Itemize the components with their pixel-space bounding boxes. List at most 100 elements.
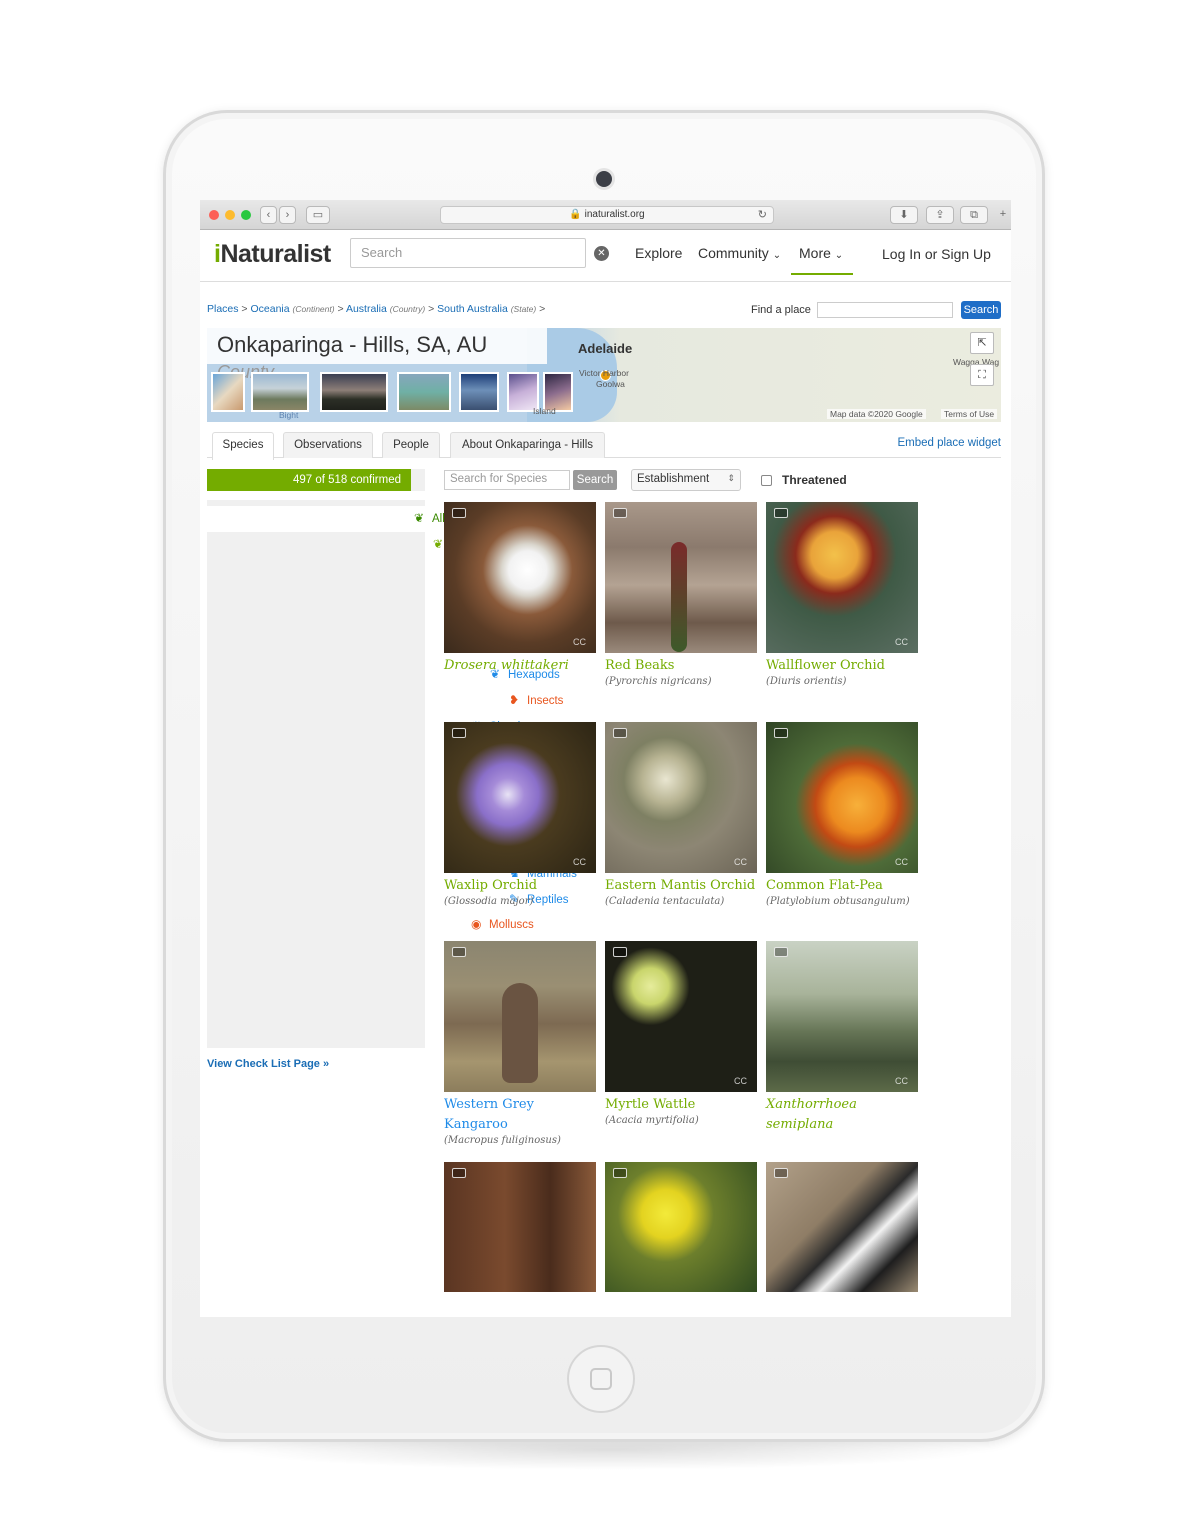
taxon-item-7[interactable]: ❥ Insects [509, 693, 563, 707]
breadcrumb-places[interactable]: Places [207, 303, 239, 315]
nav-more[interactable]: More ⌄ [791, 245, 853, 275]
nav-community[interactable]: Community ⌄ [698, 245, 781, 261]
species-photo[interactable] [766, 1162, 918, 1292]
place-photo[interactable] [211, 372, 245, 412]
embed-widget-link[interactable]: Embed place widget [897, 437, 1001, 449]
species-common-name[interactable]: Red Beaks [605, 656, 757, 676]
species-common-name[interactable]: Drosera whittakeri [444, 656, 596, 676]
species-card[interactable]: CC Drosera whittakeri [444, 502, 596, 676]
find-place-input[interactable] [817, 302, 953, 318]
share-icon[interactable]: ⇪ [926, 206, 954, 224]
lock-icon: 🔒 [569, 209, 582, 220]
reload-icon[interactable]: ↻ [758, 207, 767, 223]
species-card[interactable]: CC Eastern Mantis Orchid (Caladenia tent… [605, 722, 757, 907]
home-button[interactable] [567, 1345, 635, 1413]
species-card[interactable]: CC Myrtle Wattle (Acacia myrtifolia) [605, 941, 757, 1126]
tab-observations[interactable]: Observations [283, 432, 373, 458]
photo-badge-icon [452, 728, 466, 738]
taxon-item-15[interactable]: ◉ Molluscs [471, 917, 534, 931]
species-scientific-name: (Acacia myrtifolia) [605, 1115, 699, 1126]
chevron-down-icon: ⌄ [772, 250, 782, 261]
sidebar-icon[interactable]: ▭ [306, 206, 330, 224]
taxon-label: Molluscs [489, 919, 534, 931]
breadcrumb-south-australia[interactable]: South Australia [437, 303, 508, 315]
search-input[interactable]: Search [350, 238, 586, 268]
maximize-window-button[interactable] [241, 210, 251, 220]
minimize-window-button[interactable] [225, 210, 235, 220]
species-card[interactable]: CC Waxlip Orchid (Glossodia major) [444, 722, 596, 907]
species-search-input[interactable]: Search for Species [444, 470, 570, 490]
open-map-icon[interactable]: ⇱ [970, 332, 994, 354]
download-icon[interactable]: ⬇ [890, 206, 918, 224]
species-photo[interactable]: CC [766, 502, 918, 653]
nav-more-label: More [799, 245, 831, 261]
tab-species[interactable]: Species [212, 432, 274, 460]
species-photo[interactable] [444, 1162, 596, 1292]
species-photo[interactable]: CC [605, 941, 757, 1092]
find-place-button[interactable]: Search [961, 301, 1001, 319]
map-label-bight: Bight [279, 410, 299, 420]
clear-search-icon[interactable]: ✕ [594, 246, 609, 261]
fullscreen-icon[interactable]: ⛶ [970, 364, 994, 386]
species-common-name[interactable]: Myrtle Wattle [605, 1095, 757, 1115]
new-tab-icon[interactable]: + [995, 206, 1011, 224]
tab-people[interactable]: People [382, 432, 440, 458]
species-common-name[interactable]: Western Grey Kangaroo [444, 1095, 596, 1135]
cc-license: CC [895, 637, 908, 647]
threatened-checkbox[interactable] [761, 475, 772, 486]
place-map[interactable]: Onkaparinga - Hills, SA, AU County Adela… [207, 328, 1001, 422]
taxon-label: Insects [527, 695, 564, 707]
species-card[interactable] [766, 1162, 918, 1292]
species-common-name[interactable]: Eastern Mantis Orchid [605, 876, 757, 896]
species-photo[interactable]: CC [766, 941, 918, 1092]
place-photo[interactable] [459, 372, 499, 412]
site-logo[interactable]: iNaturalist [214, 240, 331, 269]
species-photo[interactable]: CC [605, 722, 757, 873]
species-card[interactable]: CC Xanthorrhoea semiplana [766, 941, 918, 1135]
back-icon[interactable]: ‹ [260, 206, 277, 224]
place-photo[interactable] [251, 372, 309, 412]
species-search-button[interactable]: Search [573, 470, 617, 490]
species-photo[interactable]: CC [444, 502, 596, 653]
tab-about[interactable]: About Onkaparinga - Hills [450, 432, 605, 458]
nav-explore[interactable]: Explore [635, 245, 682, 261]
species-scientific-name: (Macropus fuliginosus) [444, 1135, 561, 1146]
photo-badge-icon [613, 728, 627, 738]
species-photo[interactable]: CC [444, 722, 596, 873]
photo-badge-icon [774, 947, 788, 957]
species-common-name[interactable]: Waxlip Orchid [444, 876, 596, 896]
species-card[interactable]: CC Common Flat-Pea (Platylobium obtusang… [766, 722, 918, 907]
place-photo[interactable] [397, 372, 451, 412]
species-card[interactable]: Western Grey Kangaroo (Macropus fuligino… [444, 941, 596, 1146]
url-bar[interactable]: 🔒 inaturalist.org ↻ [440, 206, 774, 224]
species-common-name[interactable]: Xanthorrhoea semiplana [766, 1095, 918, 1135]
forward-icon[interactable]: › [279, 206, 296, 224]
species-photo[interactable] [605, 1162, 757, 1292]
species-photo[interactable]: CC [766, 722, 918, 873]
snail-icon: ◉ [471, 917, 482, 931]
breadcrumb: Places > Oceania (Continent) > Australia… [207, 303, 546, 315]
species-common-name[interactable]: Wallflower Orchid [766, 656, 918, 676]
cc-license: CC [895, 1076, 908, 1086]
cc-license: CC [573, 637, 586, 647]
photo-badge-icon [452, 947, 466, 957]
species-card[interactable] [444, 1162, 596, 1292]
breadcrumb-oceania[interactable]: Oceania [250, 303, 289, 315]
species-common-name[interactable]: Common Flat-Pea [766, 876, 918, 896]
place-tabs: Species Observations People About Onkapa… [207, 430, 1001, 460]
species-card[interactable] [605, 1162, 757, 1292]
tabs-overview-icon[interactable]: ⧉ [960, 206, 988, 224]
close-window-button[interactable] [209, 210, 219, 220]
species-photo[interactable] [605, 502, 757, 653]
establishment-select[interactable]: Establishment ⇕ [631, 469, 741, 491]
photo-badge-icon [613, 1168, 627, 1178]
login-signup-link[interactable]: Log In or Sign Up [882, 246, 991, 262]
breadcrumb-australia[interactable]: Australia [346, 303, 387, 315]
species-photo[interactable] [444, 941, 596, 1092]
map-terms-link[interactable]: Terms of Use [941, 409, 998, 419]
species-scientific-name: (Caladenia tentaculata) [605, 896, 725, 907]
species-card[interactable]: Red Beaks (Pyrorchis nigricans) [605, 502, 757, 687]
view-checklist-link[interactable]: View Check List Page » [207, 1058, 329, 1070]
species-card[interactable]: CC Wallflower Orchid (Diuris orientis) [766, 502, 918, 687]
place-photo[interactable] [320, 372, 388, 412]
